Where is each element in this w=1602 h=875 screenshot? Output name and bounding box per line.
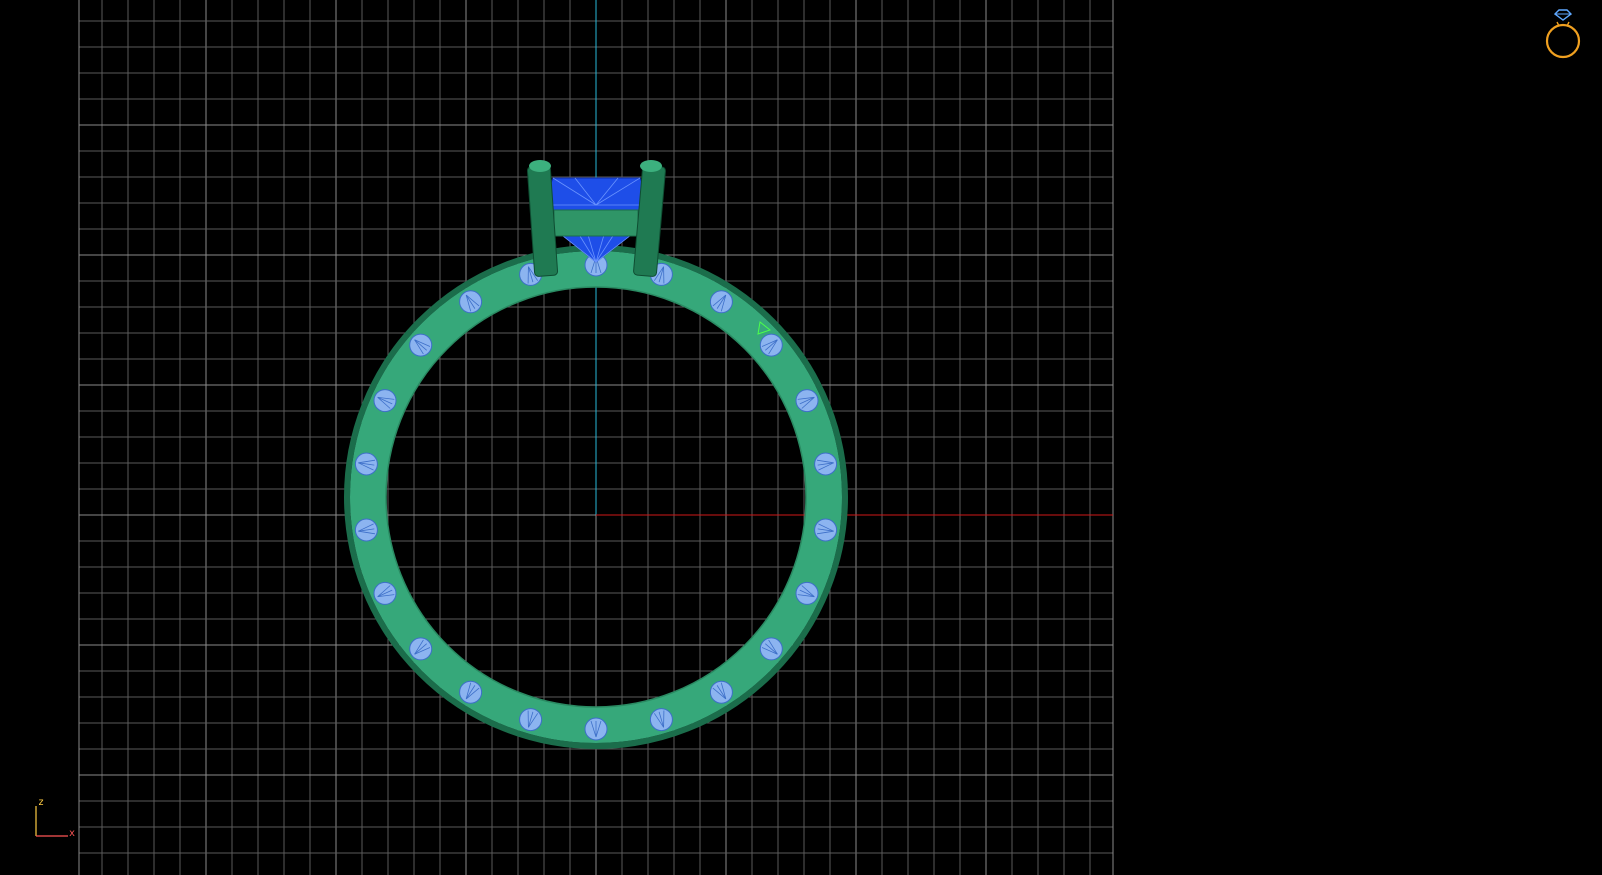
setting-gallery-rail bbox=[553, 209, 639, 237]
right-prong-tip bbox=[640, 160, 662, 172]
melee-stone bbox=[709, 290, 733, 314]
melee-stone bbox=[519, 708, 543, 732]
melee-stone bbox=[709, 680, 733, 704]
3d-viewport[interactable]: z x bbox=[0, 0, 1602, 875]
axis-indicator: z x bbox=[28, 796, 80, 844]
melee-stone bbox=[373, 581, 397, 605]
viewport-scene[interactable] bbox=[0, 0, 1602, 875]
melee-stone bbox=[459, 680, 483, 704]
melee-stone bbox=[759, 637, 783, 661]
melee-stone bbox=[459, 290, 483, 314]
melee-stone bbox=[409, 637, 433, 661]
melee-stone bbox=[814, 518, 838, 542]
axis-x-label: x bbox=[69, 828, 76, 839]
center-stone-setting[interactable] bbox=[526, 160, 666, 277]
left-prong-tip bbox=[529, 160, 551, 172]
melee-stone bbox=[814, 452, 838, 476]
melee-stone bbox=[795, 581, 819, 605]
melee-stone bbox=[795, 389, 819, 413]
ring-icon bbox=[1545, 9, 1581, 59]
melee-stone bbox=[584, 717, 608, 741]
axis-z-label: z bbox=[38, 797, 45, 808]
melee-stone bbox=[649, 708, 673, 732]
melee-stone bbox=[373, 389, 397, 413]
melee-stone bbox=[409, 333, 433, 357]
melee-stone bbox=[759, 333, 783, 357]
melee-stone bbox=[354, 518, 378, 542]
melee-stone bbox=[354, 452, 378, 476]
view-cube-ring-icon[interactable] bbox=[1538, 8, 1586, 62]
